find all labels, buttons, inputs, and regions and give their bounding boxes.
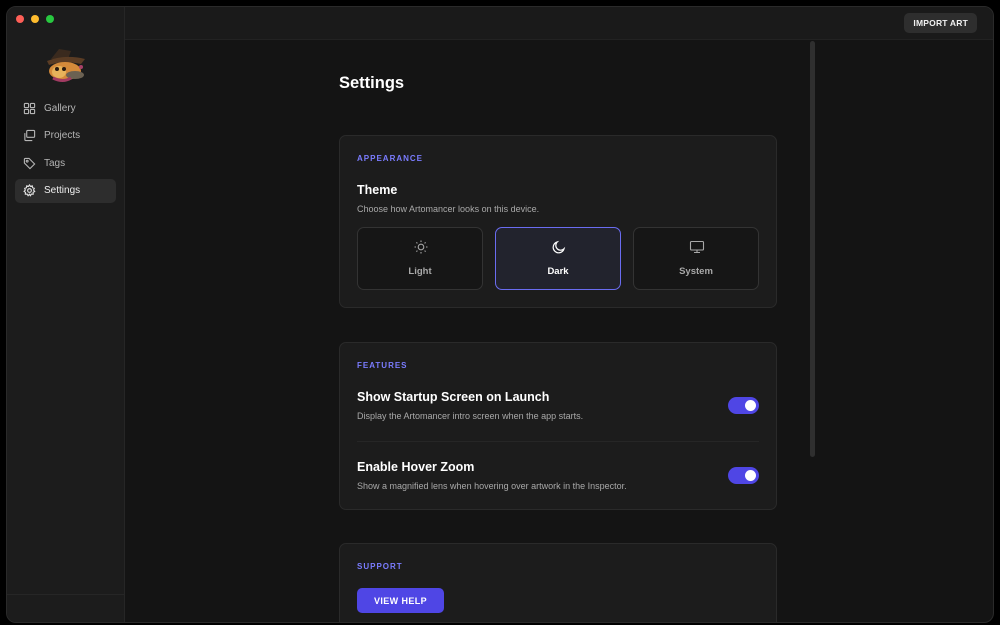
close-window-button[interactable] [16, 15, 24, 23]
grid-icon [23, 102, 36, 115]
sidebar-item-settings[interactable]: Settings [15, 178, 116, 203]
sidebar: Gallery Projects Tags Settings [7, 7, 125, 622]
sidebar-item-tags[interactable]: Tags [15, 151, 116, 175]
startup-screen-description: Display the Artomancer intro screen when… [357, 411, 584, 421]
support-card: SUPPORT VIEW HELP [339, 543, 777, 622]
top-bar: IMPORT ART [125, 7, 993, 40]
toggle-knob [745, 470, 756, 481]
theme-option-dark[interactable]: Dark [495, 227, 621, 290]
sidebar-item-gallery[interactable]: Gallery [15, 96, 116, 120]
section-label-appearance: APPEARANCE [357, 154, 424, 163]
sidebar-footer [7, 594, 124, 622]
sun-icon [414, 240, 428, 254]
toggle-knob [745, 400, 756, 411]
sidebar-item-label: Gallery [44, 102, 76, 114]
theme-description: Choose how Artomancer looks on this devi… [357, 204, 540, 214]
theme-option-light[interactable]: Light [357, 227, 483, 290]
sidebar-item-label: Projects [44, 130, 81, 142]
app-logo [47, 49, 85, 82]
zoom-window-button[interactable] [46, 15, 54, 23]
startup-screen-toggle[interactable] [728, 397, 759, 414]
page-title: Settings [339, 74, 405, 92]
section-label-features: FEATURES [357, 361, 408, 370]
theme-option-label: Dark [547, 266, 569, 277]
divider [357, 441, 759, 442]
monitor-icon [689, 240, 705, 254]
appearance-card: APPEARANCE Theme Choose how Artomancer l… [339, 135, 777, 308]
hover-zoom-toggle[interactable] [728, 467, 759, 484]
sidebar-nav: Gallery Projects Tags Settings [15, 96, 116, 206]
view-help-button[interactable]: VIEW HELP [357, 588, 444, 613]
folders-icon [23, 129, 36, 142]
tag-icon [23, 157, 36, 170]
sidebar-item-label: Tags [44, 157, 66, 169]
theme-option-label: System [679, 266, 713, 277]
gear-icon [23, 184, 36, 198]
minimize-window-button[interactable] [31, 15, 39, 23]
theme-option-label: Light [408, 266, 432, 277]
theme-option-system[interactable]: System [633, 227, 759, 290]
section-label-support: SUPPORT [357, 562, 403, 571]
hover-zoom-title: Enable Hover Zoom [357, 460, 475, 474]
hover-zoom-description: Show a magnified lens when hovering over… [357, 481, 627, 491]
features-card: FEATURES Show Startup Screen on Launch D… [339, 342, 777, 510]
startup-screen-title: Show Startup Screen on Launch [357, 390, 550, 404]
scrollbar[interactable] [810, 41, 815, 457]
app-window: Gallery Projects Tags Settings IMPORT AR… [6, 6, 994, 623]
theme-title: Theme [357, 183, 398, 197]
moon-icon [552, 240, 566, 254]
import-art-button[interactable]: IMPORT ART [904, 13, 977, 33]
window-controls [16, 15, 54, 23]
sidebar-item-projects[interactable]: Projects [15, 124, 116, 148]
sidebar-item-label: Settings [44, 185, 81, 197]
